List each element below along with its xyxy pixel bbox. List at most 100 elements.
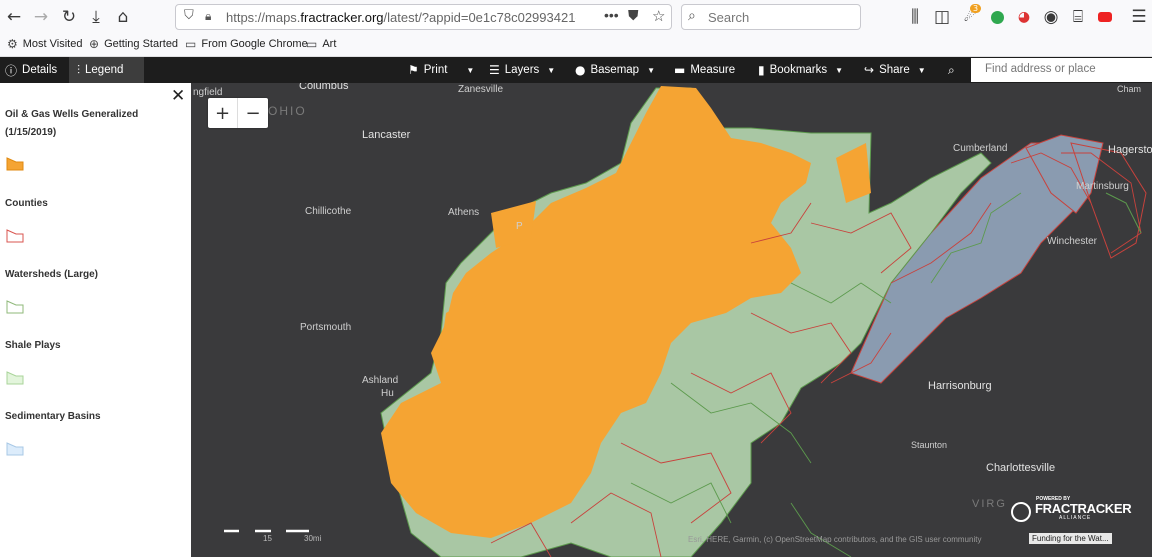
globe-icon: ⊕ (89, 37, 100, 51)
green-extension-icon[interactable] (985, 5, 1009, 29)
map-label-hagerstown: Hagerstow (1108, 144, 1152, 156)
layers-icon: ☰ (489, 63, 500, 77)
info-icon: ⓘ (5, 63, 18, 78)
map-label-harrisonburg: Harrisonburg (928, 380, 992, 392)
legend-swatch-shale-plays (6, 371, 24, 385)
red-extension-icon[interactable]: ◕ (1012, 5, 1036, 29)
ruler-icon: ▬ (674, 63, 686, 77)
map-label-chambersburg: Cham (1117, 84, 1142, 94)
page-actions-icon[interactable]: ••• (604, 7, 619, 23)
url-bar[interactable]: ⛉ 🔒︎ https://maps.fractracker.org/latest… (175, 4, 672, 30)
map-attribution: Esri, HERE, Garmin, (c) OpenStreetMap co… (688, 535, 982, 544)
layers-button[interactable]: ☰ Layers ▼ (489, 57, 555, 83)
logo-globe-icon (1011, 502, 1031, 522)
bookmark-art[interactable]: ▭ Art (306, 37, 336, 51)
forward-icon[interactable]: → (29, 5, 53, 29)
url-text[interactable]: https://maps.fractracker.org/latest/?app… (226, 10, 576, 25)
download-icon[interactable]: ⤓ (84, 5, 108, 29)
basemap-button[interactable]: ● Basemap ▼ (575, 57, 655, 83)
map-label-ohio: OHIO (268, 104, 307, 118)
search-icon: ⌕ (688, 8, 696, 24)
map-label-springfield: ngfield (193, 87, 223, 98)
scale-label-end: 30mi (304, 534, 322, 543)
sidebar-icon[interactable]: ◫ (930, 5, 954, 29)
folder-icon: ▭ (185, 37, 197, 51)
home-icon[interactable]: ⌂ (111, 5, 135, 29)
close-icon[interactable]: ✕ (171, 86, 185, 106)
map-label-parkersburg: P (516, 221, 523, 232)
tab-legend[interactable]: ⫶ Legend (69, 57, 144, 83)
map-layers (224, 86, 1147, 557)
map-label-martinsburg: Martinsburg (1076, 181, 1129, 192)
map-label-chillicothe: Chillicothe (305, 206, 352, 217)
legend-panel: ✕ Oil & Gas Wells Generalized (1/15/2019… (0, 83, 191, 557)
map-label-charlottesville: Charlottesville (986, 462, 1056, 474)
map-label-columbus: Columbus (299, 83, 349, 92)
measure-button[interactable]: ▬ Measure (674, 57, 735, 83)
legend-swatch-counties (6, 229, 24, 243)
bookmark-icon: ▮ (758, 63, 765, 77)
bookmarks-bar: ⚙ Most Visited ⊕ Getting Started ▭ From Goo… (0, 33, 1152, 57)
logo-sub-text: ALLIANCE (1059, 515, 1092, 521)
print-button[interactable]: ⚑ Print ▼ (408, 57, 474, 83)
legend-title-wells: Oil & Gas Wells Generalized (1/15/2019) (5, 109, 139, 138)
map-label-huntington: Hu (381, 388, 394, 399)
gear-icon: ⚙ (7, 37, 18, 51)
flag-icon: ⚑ (408, 63, 419, 77)
sliders-icon: ⫶ (77, 62, 81, 77)
folder-icon: ▭ (306, 37, 318, 51)
tab-details[interactable]: ⓘ Details (0, 57, 66, 83)
share-button[interactable]: ↪ Share ▼ (864, 57, 926, 83)
bookmarks-button[interactable]: ▮ Bookmarks ▼ (758, 57, 843, 83)
browser-navbar: ← → ↻ ⤓ ⌂ ⛉ 🔒︎ https://maps.fractracker.… (0, 0, 1152, 33)
legend-title-shale-plays: Shale Plays (5, 340, 61, 351)
library-icon[interactable]: ⫼ (903, 5, 927, 29)
search-input[interactable]: ⌕ Search (681, 4, 861, 30)
map-canvas[interactable]: ngfield Columbus Zanesville OHIO Lancast… (191, 83, 1152, 557)
map-label-portsmouth: Portsmouth (300, 322, 352, 333)
map-label-ashland: Ashland (362, 375, 399, 386)
tools-icon[interactable]: ⌸ (1066, 5, 1090, 29)
legend-title-sedimentary-basins: Sedimentary Basins (5, 411, 101, 422)
account-icon[interactable]: ◉ (1039, 5, 1063, 29)
map-toolbar: ⓘ Details ⫶ Legend ⚑ Print ▼ ☰ Layers ▼ ● Basem… (0, 57, 1152, 83)
bookmark-google-chrome[interactable]: ▭ From Google Chrome (185, 37, 308, 51)
scale-label-mid: 15 (263, 534, 272, 543)
search-icon: ⌕ (948, 62, 955, 77)
pocket-icon[interactable]: ⛊ (628, 8, 639, 24)
share-icon: ↪ (864, 63, 875, 77)
funding-link[interactable]: Funding for the Wat... (1029, 533, 1112, 544)
logo-name-text: FRACTRACKER (1035, 501, 1132, 516)
zoom-out-button[interactable]: − (238, 98, 268, 128)
youtube-icon[interactable] (1093, 5, 1117, 29)
chevron-down-icon: ▼ (466, 65, 475, 75)
bookmark-star-icon[interactable]: ☆ (652, 7, 665, 25)
chevron-down-icon: ▼ (917, 65, 926, 75)
notification-badge: 3 (970, 4, 982, 13)
extension-icon[interactable]: ☄ 3 (958, 4, 982, 29)
chevron-down-icon: ▼ (547, 65, 556, 75)
zoom-in-button[interactable]: + (208, 98, 238, 128)
map-label-cumberland: Cumberland (953, 143, 1008, 154)
menu-icon[interactable]: ☰ (1127, 5, 1151, 29)
map-label-virginia: VIRG (972, 498, 1007, 510)
bookmark-most-visited[interactable]: ⚙ Most Visited (7, 37, 82, 51)
map-label-zanesville: Zanesville (458, 84, 504, 95)
chevron-down-icon: ▼ (647, 65, 655, 75)
back-icon[interactable]: ← (2, 5, 26, 29)
reload-icon[interactable]: ↻ (57, 5, 81, 29)
map-label-athens: Athens (448, 207, 480, 218)
search-button[interactable]: ⌕ (948, 57, 955, 83)
search-placeholder: Search (708, 10, 750, 25)
legend-swatch-wells (6, 157, 24, 171)
globe-icon: ● (575, 63, 586, 77)
lock-icon[interactable]: 🔒︎ (205, 9, 211, 24)
shield-icon[interactable]: ⛉ (184, 8, 194, 23)
legend-title-watersheds: Watersheds (Large) (5, 269, 98, 280)
find-address-input[interactable]: Find address or place (971, 58, 1152, 82)
legend-swatch-sedimentary-basins (6, 442, 24, 456)
find-address-placeholder: Find address or place (985, 63, 1096, 75)
map-label-winchester: Winchester (1047, 236, 1098, 247)
bookmark-getting-started[interactable]: ⊕ Getting Started (89, 37, 178, 51)
zoom-control: + − (208, 98, 268, 128)
